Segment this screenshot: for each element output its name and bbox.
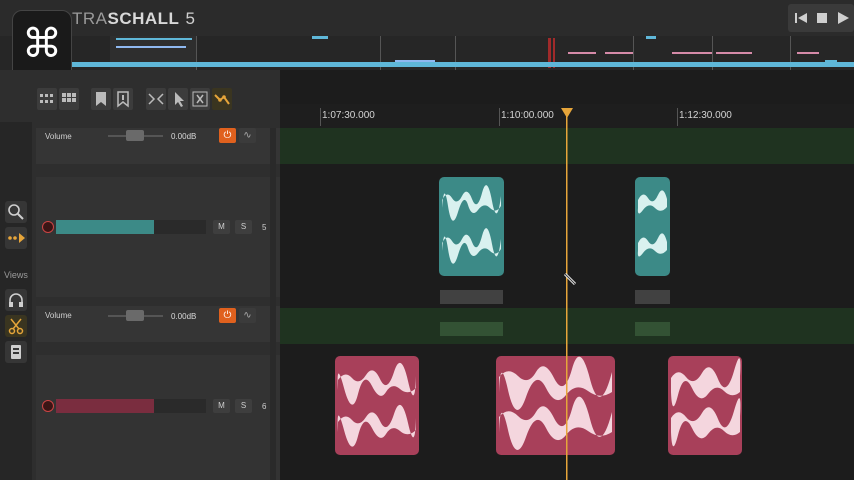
clip-ghost-reflections: [440, 290, 670, 336]
clip-red-1[interactable]: [335, 356, 419, 455]
clip-teal-2[interactable]: [635, 177, 670, 276]
clip-layer: [335, 177, 742, 455]
playhead[interactable]: [560, 106, 574, 480]
mouse-cursor-icon: [563, 272, 577, 286]
clip-teal-1[interactable]: [439, 177, 504, 276]
panel-divider[interactable]: [270, 128, 276, 480]
clip-red-2[interactable]: [496, 356, 615, 455]
clip-red-3[interactable]: [668, 356, 742, 455]
